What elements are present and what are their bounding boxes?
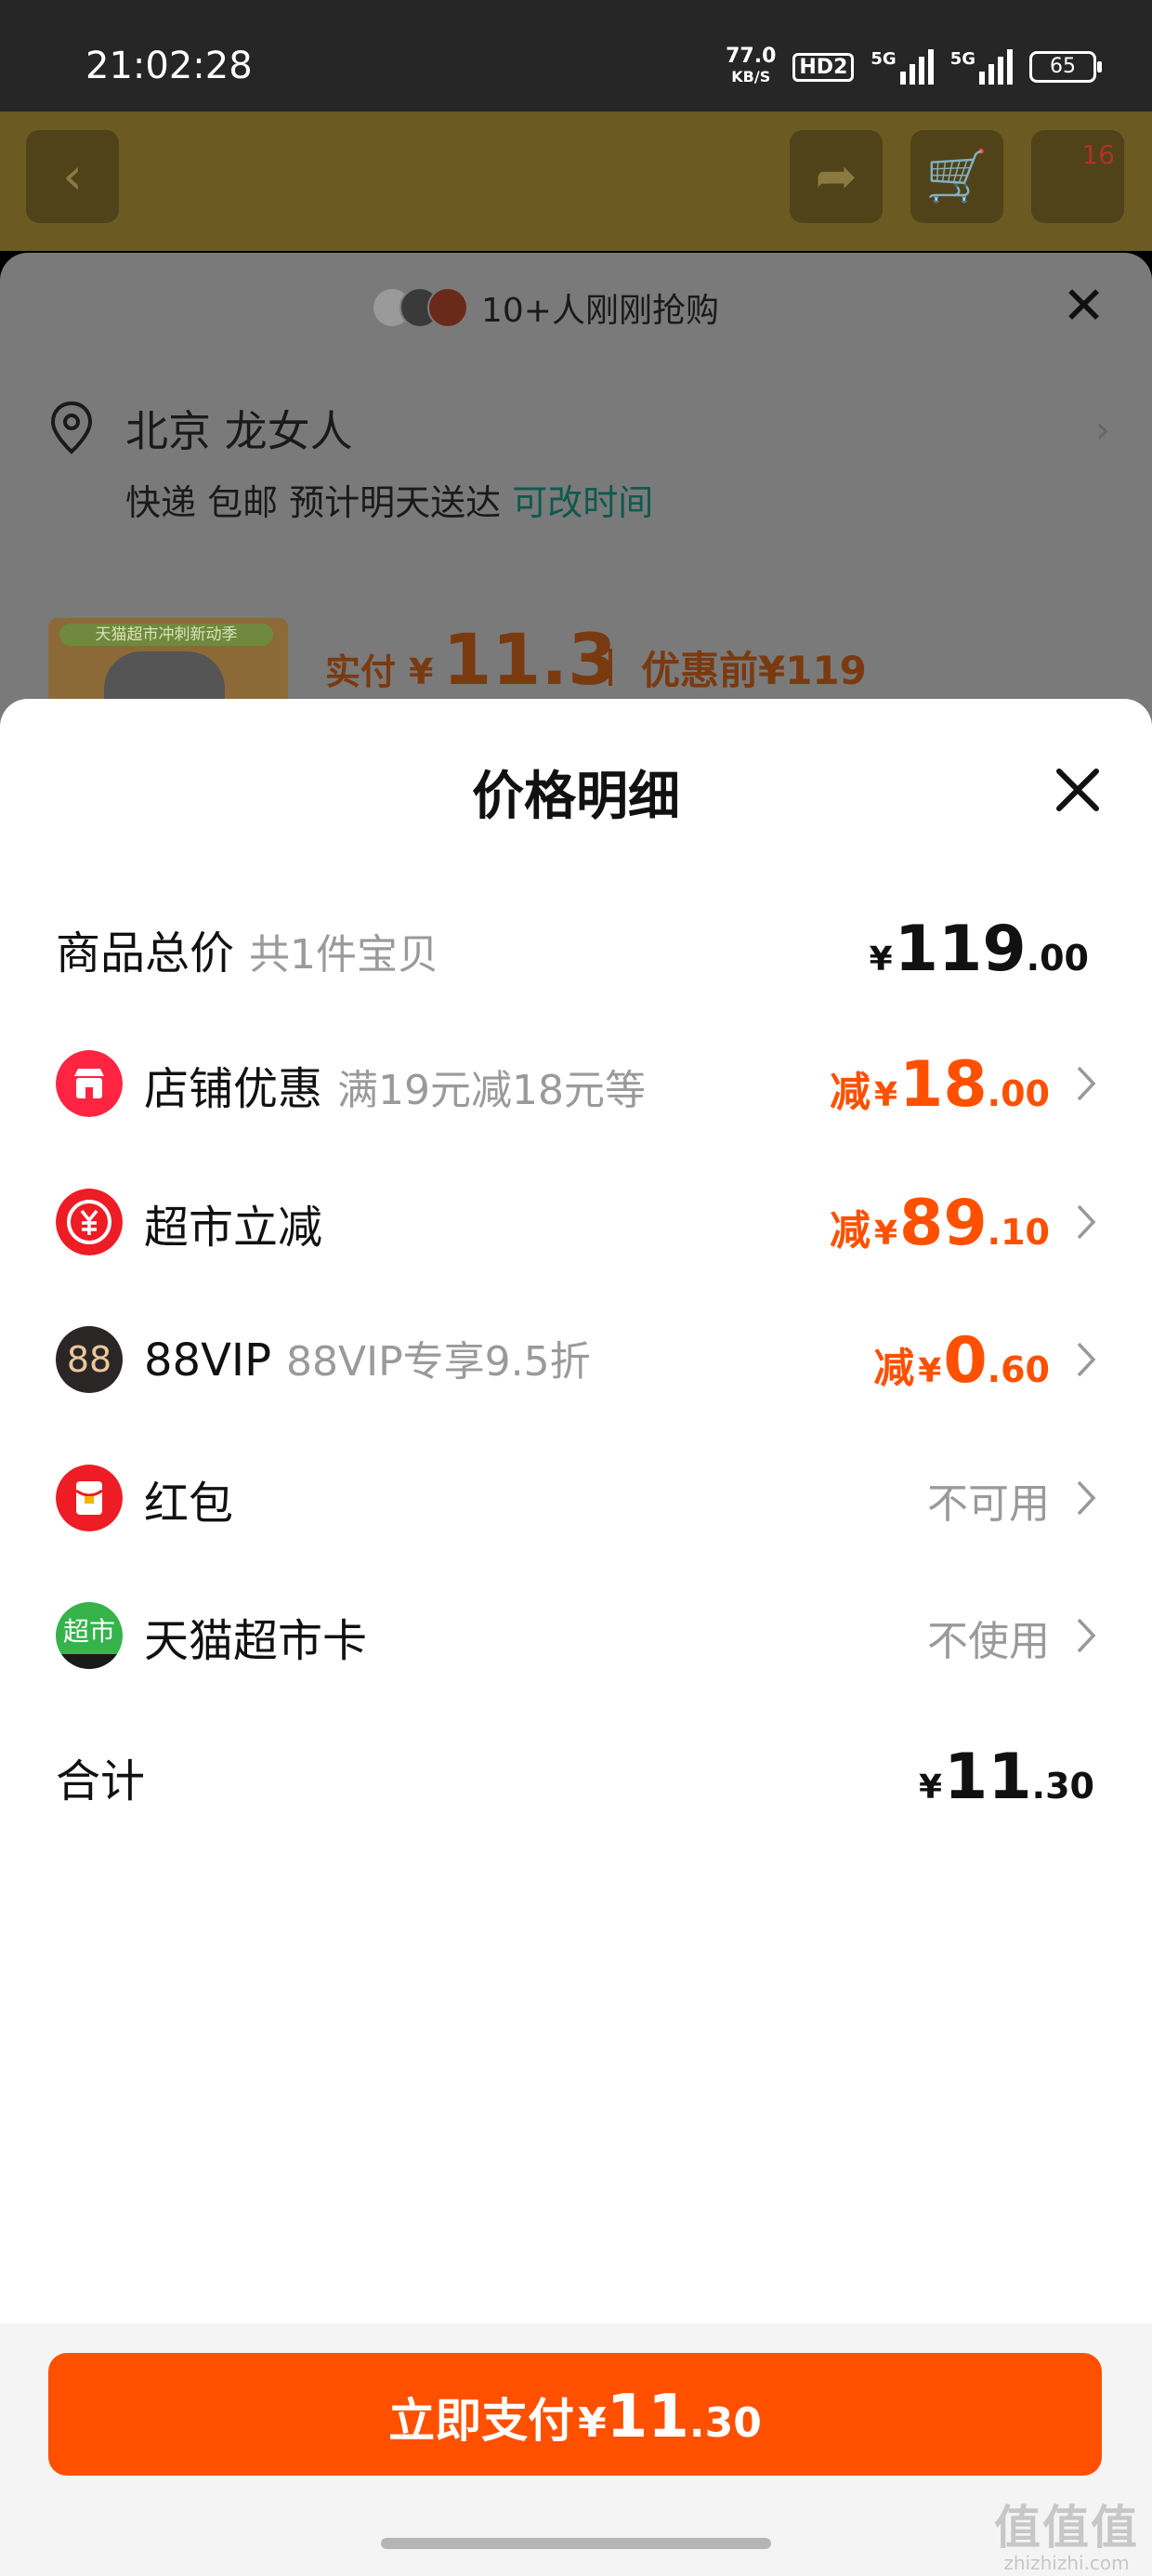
signal-icon-sim1: 5G [871,49,934,85]
cart-count-badge: 16 [1081,139,1115,170]
watermark-logo: 值值值 zhizhizhi.com [994,2501,1139,2574]
red-packet-icon [56,1465,123,1531]
delivery-info: 快递 包邮 预计明天送达 可改时间 [125,474,653,525]
battery-icon: 65 [1029,51,1102,83]
total-amount: ¥11.30 [918,1741,1094,1814]
pay-now-button[interactable]: 立即支付 ¥ 11 .30 [48,2353,1102,2476]
red-packet-status: 不可用 [927,1480,1050,1528]
share-icon[interactable]: ➦ [790,130,883,223]
chevron-right-icon [1077,1618,1096,1653]
shop-discount-row[interactable]: 店铺优惠 满19元减18元等 减 ¥18.00 [0,1032,1152,1124]
total-row: 合计 ¥11.30 [0,1724,1152,1817]
location-pin-icon [50,401,93,454]
tmall-supermarket-card-icon: 超市 [56,1602,123,1669]
total-label: 合计 [56,1755,146,1807]
row-label: 商品总价 [56,927,235,979]
sheet-title: 价格明细 [472,767,680,827]
status-time: 21:02:28 [85,45,253,87]
home-gesture-bar[interactable] [381,2538,771,2549]
goods-total-row: 商品总价 共1件宝贝 ¥119.00 [0,896,1152,989]
divider [609,649,612,686]
chevron-right-icon [1077,1342,1096,1377]
before-discount-price: 优惠前¥119 [641,648,867,693]
product-tag: 天猫超市冲刺新动季 [59,624,273,646]
supermarket-discount-amount: 减 ¥89.10 [829,1187,1050,1260]
vip-discount-amount: 减 ¥0.60 [873,1324,1050,1398]
chevron-right-icon [1077,1204,1096,1240]
yuan-coin-icon [56,1189,123,1255]
delivery-text: 快递 包邮 预计明天送达 [125,482,502,523]
net-speed: 77.0 KB/S [726,45,777,86]
real-price: 实付 ¥ 11.3 [325,618,617,701]
row-label: 超市立减 [144,1202,323,1254]
hd-voice-icon: HD2 [792,52,855,82]
shop-icon [56,1050,123,1117]
cart-icon[interactable]: 🛒 [910,130,1003,223]
supermarket-discount-row[interactable]: 超市立减 减 ¥89.10 [0,1170,1152,1263]
recent-buyers-text: 10+人刚刚抢购 [481,292,719,330]
goods-total-amount: ¥119.00 [869,913,1089,986]
red-packet-row[interactable]: 红包 不可用 [0,1446,1152,1539]
change-time-link[interactable]: 可改时间 [512,482,653,523]
chevron-right-icon[interactable]: › [1095,409,1110,452]
shop-discount-amount: 减 ¥18.00 [829,1048,1050,1122]
signal-icon-sim2: 5G [950,49,1013,85]
row-label: 天猫超市卡 [144,1615,368,1667]
back-icon[interactable]: ‹ [26,130,119,223]
buyer-avatar [427,287,468,328]
supermarket-card-row[interactable]: 超市 天猫超市卡 不使用 [0,1584,1152,1676]
row-sub: 共1件宝贝 [249,931,439,979]
row-sub: 88VIP专享9.5折 [286,1338,591,1386]
supermarket-card-status: 不使用 [927,1618,1050,1665]
address-title[interactable]: 北京 龙女人 [125,398,353,459]
chevron-right-icon [1077,1480,1096,1516]
close-icon[interactable]: ✕ [1062,279,1106,335]
row-label: 红包 [144,1478,234,1530]
close-icon[interactable] [1052,764,1104,816]
88vip-icon: 88 [56,1326,123,1393]
vip-discount-row[interactable]: 88 88VIP 88VIP专享9.5折 减 ¥0.60 [0,1308,1152,1400]
chevron-right-icon [1077,1066,1096,1101]
recent-buyers: 10+人刚刚抢购 [372,283,719,332]
status-icons: 77.0 KB/S HD2 5G 5G 65 [726,45,1102,87]
row-sub: 满19元减18元等 [337,1067,646,1114]
row-label: 店铺优惠 [144,1063,323,1115]
row-label: 88VIP [144,1334,272,1387]
